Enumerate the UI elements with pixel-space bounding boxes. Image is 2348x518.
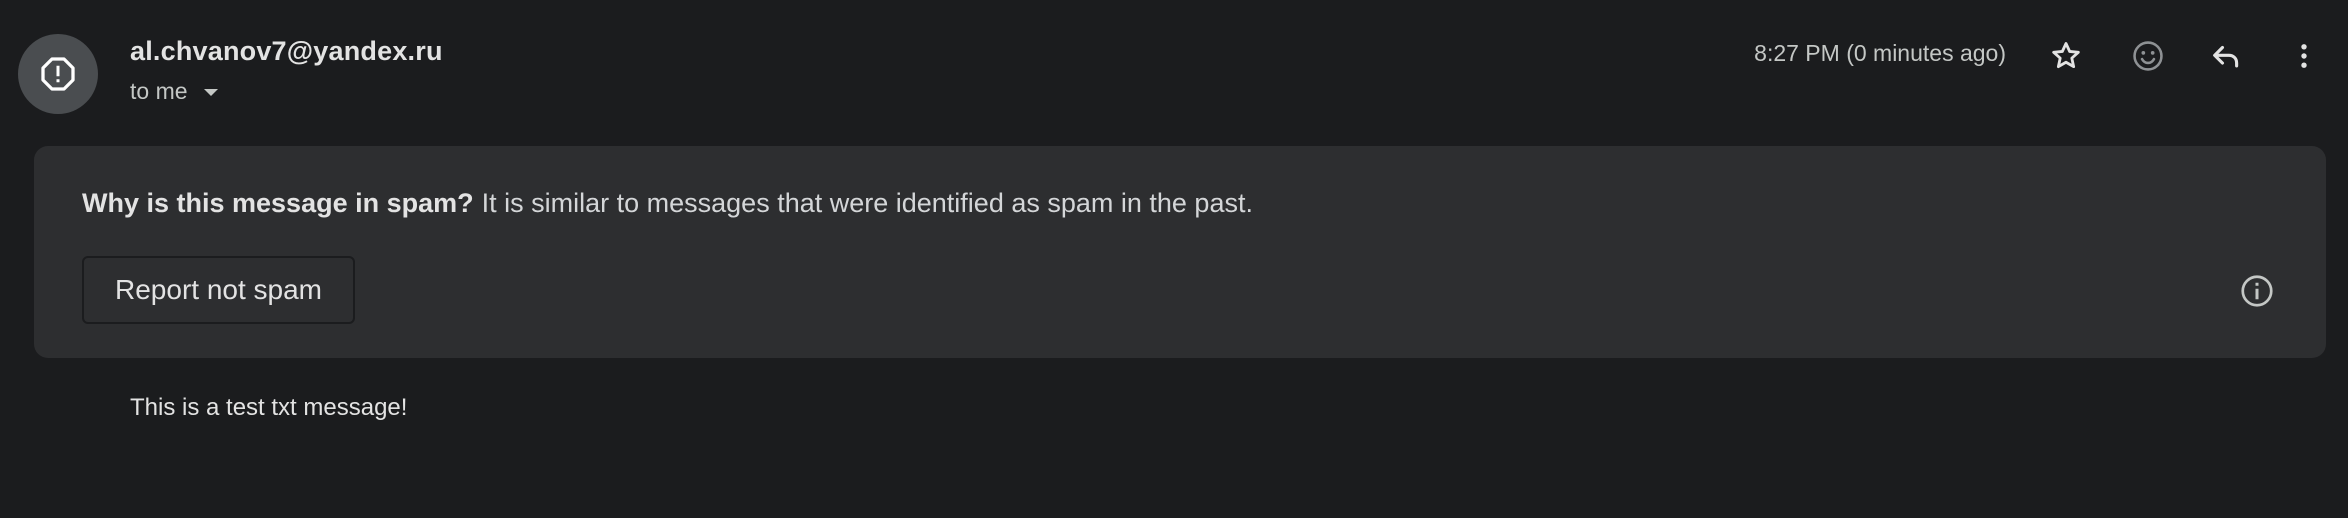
spam-warning-banner: Why is this message in spam? It is simila…: [34, 146, 2326, 358]
email-view: al.chvanov7@yandex.ru to me 8:27 PM (0 m…: [0, 0, 2348, 518]
star-icon: [2052, 42, 2080, 69]
spam-explanation: Why is this message in spam? It is simila…: [82, 188, 1253, 219]
report-not-spam-button[interactable]: Report not spam: [82, 256, 355, 324]
info-icon: [2241, 275, 2273, 307]
spam-info-button[interactable]: [2238, 272, 2276, 310]
spam-question: Why is this message in spam?: [82, 188, 474, 218]
sender-avatar[interactable]: [18, 34, 98, 114]
sender-address[interactable]: al.chvanov7@yandex.ru: [130, 36, 443, 67]
recipient-details-toggle[interactable]: to me: [130, 78, 218, 105]
more-vert-icon: [2301, 44, 2307, 68]
emoji-reaction-button[interactable]: [2126, 34, 2170, 78]
star-button[interactable]: [2044, 34, 2088, 78]
reply-icon: [2213, 45, 2239, 68]
reply-button[interactable]: [2204, 34, 2248, 78]
caret-down-icon[interactable]: [203, 89, 218, 96]
more-options-button[interactable]: [2282, 34, 2326, 78]
emoji-icon: [2133, 41, 2163, 71]
spam-warning-icon: [41, 57, 75, 91]
message-timestamp: 8:27 PM (0 minutes ago): [1754, 40, 2006, 66]
message-body: This is a test txt message!: [130, 394, 408, 421]
spam-reason: It is similar to messages that were iden…: [481, 188, 1253, 218]
recipient-label: to me: [130, 78, 188, 104]
